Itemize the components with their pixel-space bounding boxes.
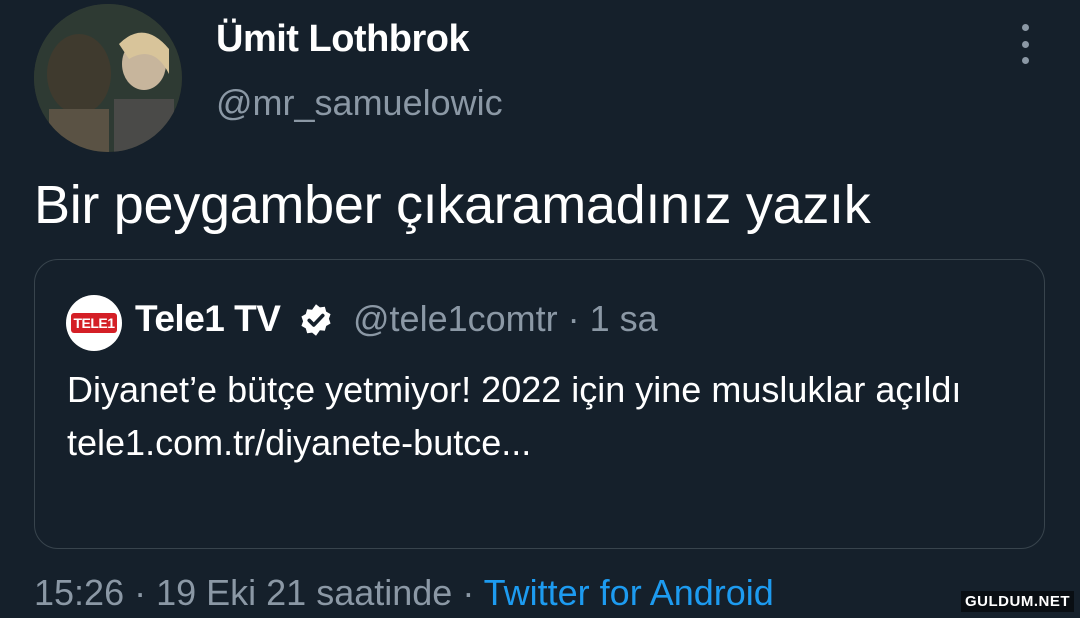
author-avatar[interactable] xyxy=(34,4,182,152)
tweet-date[interactable]: 19 Eki 21 saatinde xyxy=(156,572,452,613)
quoted-time[interactable]: 1 sa xyxy=(590,298,658,339)
separator: · xyxy=(124,572,157,613)
tweet-text: Bir peygamber çıkaramadınız yazık xyxy=(34,175,871,235)
quoted-tweet-card[interactable]: TELE1 Tele1 TV @tele1comtr · 1 sa Diyane… xyxy=(34,259,1045,549)
separator: · xyxy=(452,572,484,613)
tweet-time[interactable]: 15:26 xyxy=(34,572,124,613)
tweet-source[interactable]: Twitter for Android xyxy=(484,572,774,613)
author-display-name[interactable]: Ümit Lothbrok xyxy=(216,18,470,61)
more-dot xyxy=(1021,40,1029,48)
more-vertical-icon[interactable] xyxy=(1012,24,1038,64)
quoted-avatar[interactable]: TELE1 xyxy=(66,295,122,351)
quoted-handle[interactable]: @tele1comtr xyxy=(353,298,558,339)
quoted-link[interactable]: tele1.com.tr/diyanete-butce... xyxy=(67,416,1027,469)
tele1-logo: TELE1 xyxy=(71,313,117,333)
verified-badge-icon xyxy=(301,304,331,336)
quoted-display-name[interactable]: Tele1 TV xyxy=(135,298,281,340)
quoted-handle-line: @tele1comtr · 1 sa xyxy=(353,298,658,340)
more-dot xyxy=(1021,57,1029,64)
tweet-meta: 15:26 · 19 Eki 21 saatinde · Twitter for… xyxy=(34,572,774,614)
quoted-text: Diyanet’e bütçe yetmiyor! 2022 için yine… xyxy=(67,363,1027,469)
author-handle[interactable]: @mr_samuelowic xyxy=(216,82,503,124)
more-dot xyxy=(1021,24,1029,31)
separator: · xyxy=(557,298,590,339)
avatar-image xyxy=(34,4,182,152)
quoted-text-body: Diyanet’e bütçe yetmiyor! 2022 için yine… xyxy=(67,369,962,410)
watermark: GULDUM.NET xyxy=(961,591,1074,612)
